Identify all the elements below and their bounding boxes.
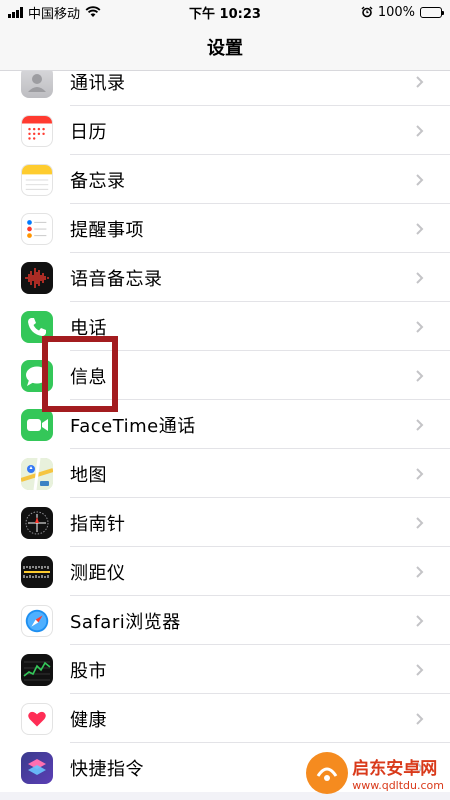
notes-icon (21, 163, 53, 196)
status-left: 中国移动 (8, 3, 101, 22)
watermark-url: www.qdltdu.com (352, 779, 444, 792)
chevron-right-icon (416, 516, 424, 529)
settings-item-label: 测距仪 (70, 562, 126, 584)
chevron-right-icon (416, 467, 424, 480)
chevron-right-icon (416, 124, 424, 137)
status-right: 100% (361, 4, 444, 20)
watermark: 启东安卓网 www.qdltdu.com (306, 752, 444, 794)
settings-item-notes[interactable]: 备忘录 (0, 155, 450, 204)
settings-item-measure[interactable]: 测距仪 (0, 547, 450, 596)
compass-icon (21, 506, 53, 539)
chevron-right-icon (416, 565, 424, 578)
watermark-logo-icon (306, 752, 349, 794)
chevron-right-icon (416, 222, 424, 235)
stocks-icon (21, 653, 53, 686)
settings-item-label: 股市 (70, 660, 107, 682)
chevron-right-icon (416, 75, 424, 88)
carrier-label: 中国移动 (28, 6, 81, 22)
settings-item-label: Safari浏览器 (70, 611, 181, 633)
chevron-right-icon (416, 418, 424, 431)
settings-item-label: 健康 (70, 709, 107, 731)
settings-list: 通讯录 日历 备忘录 提醒事项 语音备忘录 电话 信息 FaceTime通话 地… (0, 57, 450, 792)
page-title: 设置 (207, 38, 243, 59)
safari-icon (21, 604, 53, 637)
chevron-right-icon (416, 369, 424, 382)
settings-item-label: 日历 (70, 121, 107, 143)
maps-icon (21, 457, 53, 490)
settings-item-voice-memos[interactable]: 语音备忘录 (0, 253, 450, 302)
battery-icon (420, 6, 444, 18)
chevron-right-icon (416, 271, 424, 284)
measure-icon (21, 555, 53, 588)
settings-item-safari[interactable]: Safari浏览器 (0, 596, 450, 645)
settings-item-maps[interactable]: 地图 (0, 449, 450, 498)
watermark-name: 启东安卓网 (352, 759, 438, 779)
battery-percent: 100% (377, 4, 415, 20)
status-bar: 中国移动 下午 10:23 100% (0, 0, 450, 24)
shortcuts-icon (21, 751, 53, 784)
chevron-right-icon (416, 173, 424, 186)
nav-bar: 设置 (0, 24, 450, 71)
highlight-box (42, 336, 118, 412)
settings-item-calendar[interactable]: 日历 (0, 106, 450, 155)
settings-item-label: 快捷指令 (70, 758, 144, 780)
settings-item-label: FaceTime通话 (70, 415, 196, 437)
settings-item-label: 地图 (70, 464, 107, 486)
settings-item-label: 备忘录 (70, 170, 126, 192)
chevron-right-icon (416, 320, 424, 333)
facetime-icon (21, 408, 53, 441)
settings-item-label: 提醒事项 (70, 219, 144, 241)
settings-item-label: 指南针 (70, 513, 126, 535)
settings-item-stocks[interactable]: 股市 (0, 645, 450, 694)
wifi-icon (85, 6, 101, 17)
chevron-right-icon (416, 614, 424, 627)
health-icon (21, 702, 53, 735)
chevron-right-icon (416, 663, 424, 676)
settings-item-label: 通讯录 (70, 72, 126, 94)
settings-item-reminders[interactable]: 提醒事项 (0, 204, 450, 253)
settings-item-compass[interactable]: 指南针 (0, 498, 450, 547)
calendar-icon (21, 114, 53, 147)
settings-item-health[interactable]: 健康 (0, 694, 450, 743)
signal-icon (8, 6, 23, 18)
chevron-right-icon (416, 712, 424, 725)
watermark-text: 启东安卓网 www.qdltdu.com (352, 754, 444, 792)
settings-item-label: 语音备忘录 (70, 268, 163, 290)
voice-memos-icon (21, 261, 53, 294)
reminders-icon (21, 212, 53, 245)
alarm-icon (361, 6, 373, 18)
